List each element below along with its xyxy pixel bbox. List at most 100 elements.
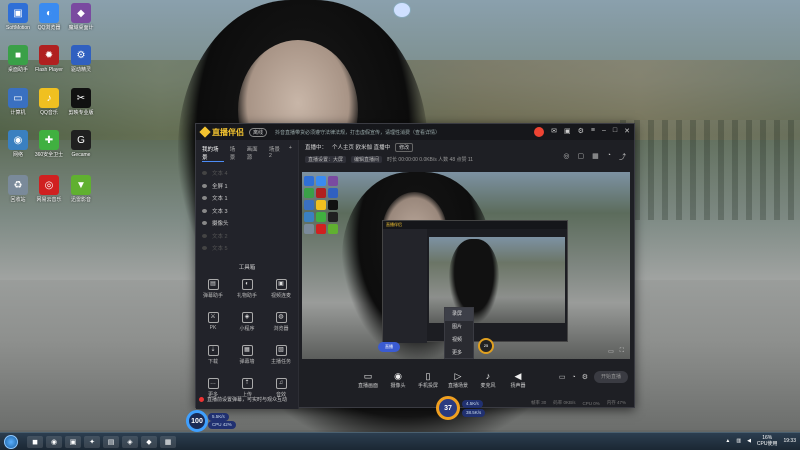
tray-up-icon[interactable]: ▲ [725, 438, 730, 444]
visibility-eye-icon[interactable] [202, 208, 207, 213]
maximize-button[interactable]: □ [613, 127, 617, 137]
timer-icon[interactable]: ◔ [571, 374, 575, 381]
taskbar-app-icon[interactable]: ▤ [103, 435, 119, 448]
tool-item[interactable]: ♫ 音效 [264, 377, 298, 398]
source-item[interactable]: 文本 3 [196, 205, 298, 218]
minimize-button[interactable]: – [602, 127, 606, 137]
visibility-eye-icon[interactable] [202, 246, 207, 251]
visibility-eye-icon[interactable] [202, 233, 207, 238]
edit-title-button[interactable]: 修改 [395, 142, 414, 152]
desktop-icon[interactable]: ♻ 回收站 [3, 175, 33, 203]
camera-icon[interactable]: ◎ [563, 152, 569, 162]
start-button[interactable] [4, 434, 18, 449]
control-button[interactable]: ▷ 直播场景 [446, 370, 470, 389]
tab-scene-2[interactable]: 场景2 [269, 145, 283, 162]
tool-item[interactable]: ▦ 弹幕墙 [230, 344, 264, 365]
taskbar-app-icon[interactable]: ▦ [160, 435, 176, 448]
control-button[interactable]: ♪ 麦克风 [476, 370, 500, 389]
desktop-icon[interactable]: ▼ 迅雷影音 [66, 175, 96, 203]
monitor-icon[interactable]: ▭ [608, 348, 614, 355]
control-button[interactable]: ▭ 直播画面 [356, 370, 380, 389]
source-item[interactable]: 全屏 1 [196, 180, 298, 193]
add-scene-button[interactable]: + [289, 145, 292, 162]
desktop-app-icon: ◎ [39, 175, 59, 195]
tab-my-scene[interactable]: 我的场景 [202, 145, 224, 162]
tool-item[interactable]: ⇡ 上传 [230, 377, 264, 398]
share-icon[interactable]: ⤴ [619, 152, 626, 162]
desktop-icon[interactable]: ✚ 360安全卫士 [34, 130, 64, 158]
close-button[interactable]: ✕ [624, 127, 630, 137]
menu-item-more[interactable]: 更多 [445, 347, 473, 359]
control-button[interactable]: ◀ 扬声器 [506, 370, 530, 389]
source-item[interactable]: 文本 5 [196, 242, 298, 255]
clock[interactable]: 19:33 [783, 438, 796, 444]
tool-item[interactable]: ▧ 主播任务 [264, 344, 298, 365]
visibility-eye-icon[interactable] [202, 183, 207, 188]
settings-icon[interactable]: ⚙ [578, 127, 584, 137]
live-preview-canvas[interactable]: 直播伴侣 录屏 图片 视频 更多 直播 25 ▭ ⛶ [302, 172, 630, 359]
taskbar-app-icon[interactable]: ▣ [65, 435, 81, 448]
source-item[interactable]: 摄像头 [196, 217, 298, 230]
taskbar-app-icon[interactable]: ✦ [84, 435, 100, 448]
menu-icon[interactable]: ≡ [591, 127, 595, 137]
start-live-button[interactable]: 开始直播 [594, 371, 628, 383]
avatar[interactable] [534, 127, 545, 137]
tool-item[interactable]: ◍ 浏览器 [264, 311, 298, 332]
visibility-eye-icon[interactable] [202, 196, 207, 201]
tab-scene[interactable]: 场景 [230, 145, 241, 162]
floating-mascot-icon[interactable] [393, 2, 411, 18]
perf-gauge-center[interactable]: 37 [436, 396, 460, 420]
gear-icon[interactable]: ⚙ [582, 373, 588, 381]
desktop-icon[interactable]: ✂ 剪映专业版 [66, 88, 96, 116]
tool-item[interactable]: ▣ 视频连麦 [264, 278, 298, 299]
desktop-icon[interactable]: ■ 桌面助手 [3, 45, 33, 73]
desktop-icon[interactable]: ◎ 网易云音乐 [34, 175, 64, 203]
message-icon[interactable]: ✉ [551, 127, 557, 137]
desktop-icon-label: SoftMotion [6, 25, 30, 31]
tool-item[interactable]: ◈ 小程序 [230, 311, 264, 332]
lock-icon[interactable]: ▢ [578, 152, 585, 162]
menu-item-video[interactable]: 视频 [445, 334, 473, 347]
perf-gauge-left[interactable]: 100 [186, 410, 208, 432]
taskbar-app-icon[interactable]: ◼ [27, 435, 43, 448]
edit-room-tag[interactable]: 编辑直播间 [351, 155, 383, 163]
tool-item[interactable]: … 更多 [196, 377, 230, 398]
title-bar[interactable]: 直播伴侣 离线 抖音直播带货必须遵守法律法规，打击虚假宣传，请理性消费（查看详情… [196, 124, 634, 140]
tool-item[interactable]: ▤ 弹幕助手 [196, 278, 230, 299]
tool-item[interactable]: ◐ 礼物助手 [230, 278, 264, 299]
visibility-eye-icon[interactable] [202, 171, 207, 176]
cpu-meter[interactable]: 16% CPU使用 [757, 435, 778, 447]
desktop-icon[interactable]: ♪ QQ音乐 [34, 88, 64, 116]
live-settings-tag[interactable]: 直播设置：大屏 [305, 155, 347, 163]
bell-icon[interactable]: ◔ [607, 152, 611, 162]
desktop-icon[interactable]: ▣ SoftMotion [3, 3, 33, 31]
fullscreen-icon[interactable]: ⛶ [620, 348, 624, 355]
source-item[interactable]: 文本 2 [196, 230, 298, 243]
taskbar-app-icon[interactable]: ◈ [122, 435, 138, 448]
source-item[interactable]: 文本 1 [196, 192, 298, 205]
desktop-icon[interactable]: ◉ 网络 [3, 130, 33, 158]
desktop-icon[interactable]: ⚙ 驱动精灵 [66, 45, 96, 73]
notice-banner[interactable]: 抖音直播带货必须遵守法律法规，打击虚假宣传，请理性消费（查看详情） [275, 129, 440, 136]
control-button[interactable]: ▯ 手机投屏 [416, 370, 440, 389]
control-button[interactable]: ◉ 摄像头 [386, 370, 410, 389]
grid-icon[interactable]: ▦ [592, 152, 599, 162]
desktop-icon[interactable]: ◆ 魔域桌面计 [66, 3, 96, 31]
gift-icon[interactable]: ▣ [564, 127, 571, 137]
desktop-icon[interactable]: G Gecame [66, 130, 96, 158]
source-item[interactable]: 文本 4 [196, 167, 298, 180]
menu-item-image[interactable]: 图片 [445, 321, 473, 334]
desktop-icon[interactable]: ◐ QQ浏览器 [34, 3, 64, 31]
desktop-icon[interactable]: ▭ 计算机 [3, 88, 33, 116]
taskbar-app-icon[interactable]: ◉ [46, 435, 62, 448]
record-icon[interactable]: ▭ [559, 373, 566, 381]
volume-icon[interactable]: ◀ [747, 438, 751, 444]
visibility-eye-icon[interactable] [202, 221, 207, 226]
menu-item-record[interactable]: 录屏 [445, 308, 473, 321]
network-icon[interactable]: ▥ [736, 438, 741, 444]
taskbar-app-icon[interactable]: ◆ [141, 435, 157, 448]
tab-sources[interactable]: 画面源 [247, 145, 263, 162]
desktop-icon[interactable]: ✹ Flash Player [34, 45, 64, 73]
tool-item[interactable]: ⚔ PK [196, 311, 230, 332]
tool-item[interactable]: ⇣ 下载 [196, 344, 230, 365]
